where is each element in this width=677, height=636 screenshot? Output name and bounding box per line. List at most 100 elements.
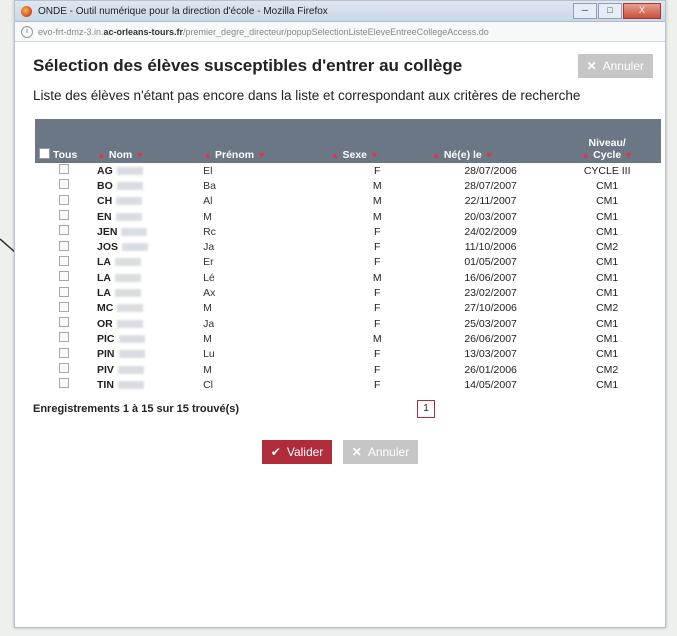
row-checkbox[interactable]	[59, 240, 69, 251]
col-prenom[interactable]: ▲ Prénom ▼	[199, 119, 327, 163]
table-row[interactable]: AG El F 28/07/2006 CYCLE III	[35, 163, 661, 178]
cell-nom: MC	[93, 301, 199, 316]
row-checkbox[interactable]	[59, 378, 69, 389]
sort-asc-icon[interactable]: ▲	[581, 150, 590, 160]
info-icon[interactable]: i	[21, 25, 33, 38]
cell-niveau: CM1	[596, 179, 619, 192]
cell-nom: PIC	[93, 331, 199, 346]
col-prenom-label: Prénom	[215, 149, 255, 161]
sort-asc-icon[interactable]: ▲	[203, 150, 212, 160]
cell-nom: BO	[93, 178, 199, 193]
table-row[interactable]: PIV M F 26/01/2006 CM2	[35, 362, 661, 377]
row-checkbox[interactable]	[59, 363, 69, 373]
row-checkbox[interactable]	[59, 255, 69, 266]
cancel-label-bottom: Annuler	[367, 445, 410, 460]
sort-asc-icon[interactable]: ▲	[432, 150, 441, 160]
row-checkbox-cell[interactable]	[35, 331, 93, 346]
url-bar[interactable]: i evo-frt-dmz-3.in. ac-orleans-tours.fr/p…	[15, 22, 665, 42]
sort-desc-icon[interactable]: ▼	[135, 150, 144, 160]
cell-date: 14/05/2007	[464, 378, 517, 391]
row-checkbox-cell[interactable]	[35, 163, 93, 178]
table-row[interactable]: CH Al M 22/11/2007 CM1	[35, 194, 661, 209]
cell-prenom: Al	[203, 195, 213, 208]
maximize-button[interactable]: □	[598, 3, 622, 19]
cell-prenom: Lu	[203, 348, 215, 361]
table-row[interactable]: JOS Ja F 11/10/2006 CM2	[35, 239, 661, 254]
table-row[interactable]: OR Ja F 25/03/2007 CM1	[35, 316, 661, 331]
cell-sexe: F	[374, 378, 381, 391]
cell-sexe: F	[374, 256, 381, 269]
cell-prenom: Lé	[203, 271, 215, 284]
sort-desc-icon[interactable]: ▼	[370, 150, 379, 160]
col-nom[interactable]: ▲ Nom ▼	[93, 119, 199, 163]
table-row[interactable]: EN M M 20/03/2007 CM1	[35, 209, 661, 224]
row-checkbox-cell[interactable]	[35, 377, 93, 392]
cell-date: 13/03/2007	[464, 348, 517, 361]
cell-nom: PIN	[93, 347, 199, 362]
col-tous[interactable]: Tous	[35, 119, 93, 163]
sort-desc-icon[interactable]: ▼	[485, 150, 494, 160]
table-row[interactable]: LA Ax F 23/02/2007 CM1	[35, 285, 661, 300]
row-checkbox[interactable]	[59, 332, 69, 343]
row-checkbox-cell[interactable]	[35, 178, 93, 193]
row-checkbox[interactable]	[59, 286, 69, 297]
row-checkbox-cell[interactable]	[35, 224, 93, 239]
cell-nom: EN	[93, 209, 199, 224]
row-checkbox-cell[interactable]	[35, 301, 93, 316]
table-row[interactable]: MC M F 27/10/2006 CM2	[35, 301, 661, 316]
cell-prenom: Ba	[203, 179, 216, 192]
validate-button[interactable]: ✔ Valider	[261, 440, 333, 465]
row-checkbox[interactable]	[59, 179, 69, 190]
redacted-text	[115, 289, 141, 298]
sort-asc-icon[interactable]: ▲	[97, 150, 106, 160]
page-subtitle: Liste des élèves n'étant pas encore dans…	[33, 88, 581, 103]
row-checkbox-cell[interactable]	[35, 239, 93, 254]
url-path: /premier_degre_directeur/popupSelectionL…	[183, 26, 489, 37]
col-tous-label: Tous	[53, 149, 78, 161]
cancel-button-bottom[interactable]: ✕ Annuler	[342, 440, 419, 465]
row-checkbox[interactable]	[59, 225, 69, 236]
close-window-button[interactable]: X	[623, 3, 661, 19]
col-sexe[interactable]: ▲ Sexe ▼	[327, 119, 428, 163]
cell-sexe: M	[372, 271, 382, 284]
col-niveau[interactable]: Niveau/ ▲ Cycle ▼	[553, 119, 661, 163]
row-checkbox[interactable]	[59, 347, 69, 358]
row-checkbox[interactable]	[59, 271, 69, 282]
sort-desc-icon[interactable]: ▼	[257, 150, 266, 160]
minimize-button[interactable]: ─	[573, 3, 597, 19]
select-all-checkbox[interactable]	[39, 148, 50, 159]
table-row[interactable]: PIC M M 26/06/2007 CM1	[35, 331, 661, 346]
cell-sexe: F	[374, 302, 381, 315]
redacted-text	[116, 181, 143, 190]
row-checkbox-cell[interactable]	[35, 285, 93, 300]
table-row[interactable]: LA Er F 01/05/2007 CM1	[35, 255, 661, 270]
table-row[interactable]: TIN Cl F 14/05/2007 CM1	[35, 377, 661, 392]
sort-desc-icon[interactable]: ▼	[624, 150, 633, 160]
row-checkbox-cell[interactable]	[35, 347, 93, 362]
cancel-button-top[interactable]: ✕ Annuler	[577, 54, 653, 78]
col-ne-le[interactable]: ▲ Né(e) le ▼	[428, 119, 553, 163]
redacted-text	[117, 304, 144, 313]
row-checkbox-cell[interactable]	[35, 270, 93, 285]
row-checkbox-cell[interactable]	[35, 209, 93, 224]
row-checkbox-cell[interactable]	[35, 194, 93, 209]
page-1-button[interactable]: 1	[417, 400, 436, 419]
row-checkbox-cell[interactable]	[35, 255, 93, 270]
firefox-icon	[21, 5, 32, 17]
table-row[interactable]: BO Ba M 28/07/2007 CM1	[35, 178, 661, 193]
row-checkbox[interactable]	[59, 301, 69, 312]
row-checkbox-cell[interactable]	[35, 362, 93, 377]
row-checkbox-cell[interactable]	[35, 316, 93, 331]
table-row[interactable]: PIN Lu F 13/03/2007 CM1	[35, 347, 661, 362]
sort-asc-icon[interactable]: ▲	[331, 150, 340, 160]
cell-date: 24/02/2009	[464, 225, 517, 238]
row-checkbox[interactable]	[59, 210, 69, 221]
table-row[interactable]: LA Lé M 16/06/2007 CM1	[35, 270, 661, 285]
redacted-text	[118, 334, 145, 343]
row-checkbox[interactable]	[59, 194, 69, 205]
row-checkbox[interactable]	[59, 317, 69, 328]
table-row[interactable]: JEN Rc F 24/02/2009 CM1	[35, 224, 661, 239]
cell-niveau: CYCLE III	[583, 164, 631, 177]
row-checkbox[interactable]	[59, 164, 69, 175]
check-icon: ✔	[270, 445, 281, 460]
